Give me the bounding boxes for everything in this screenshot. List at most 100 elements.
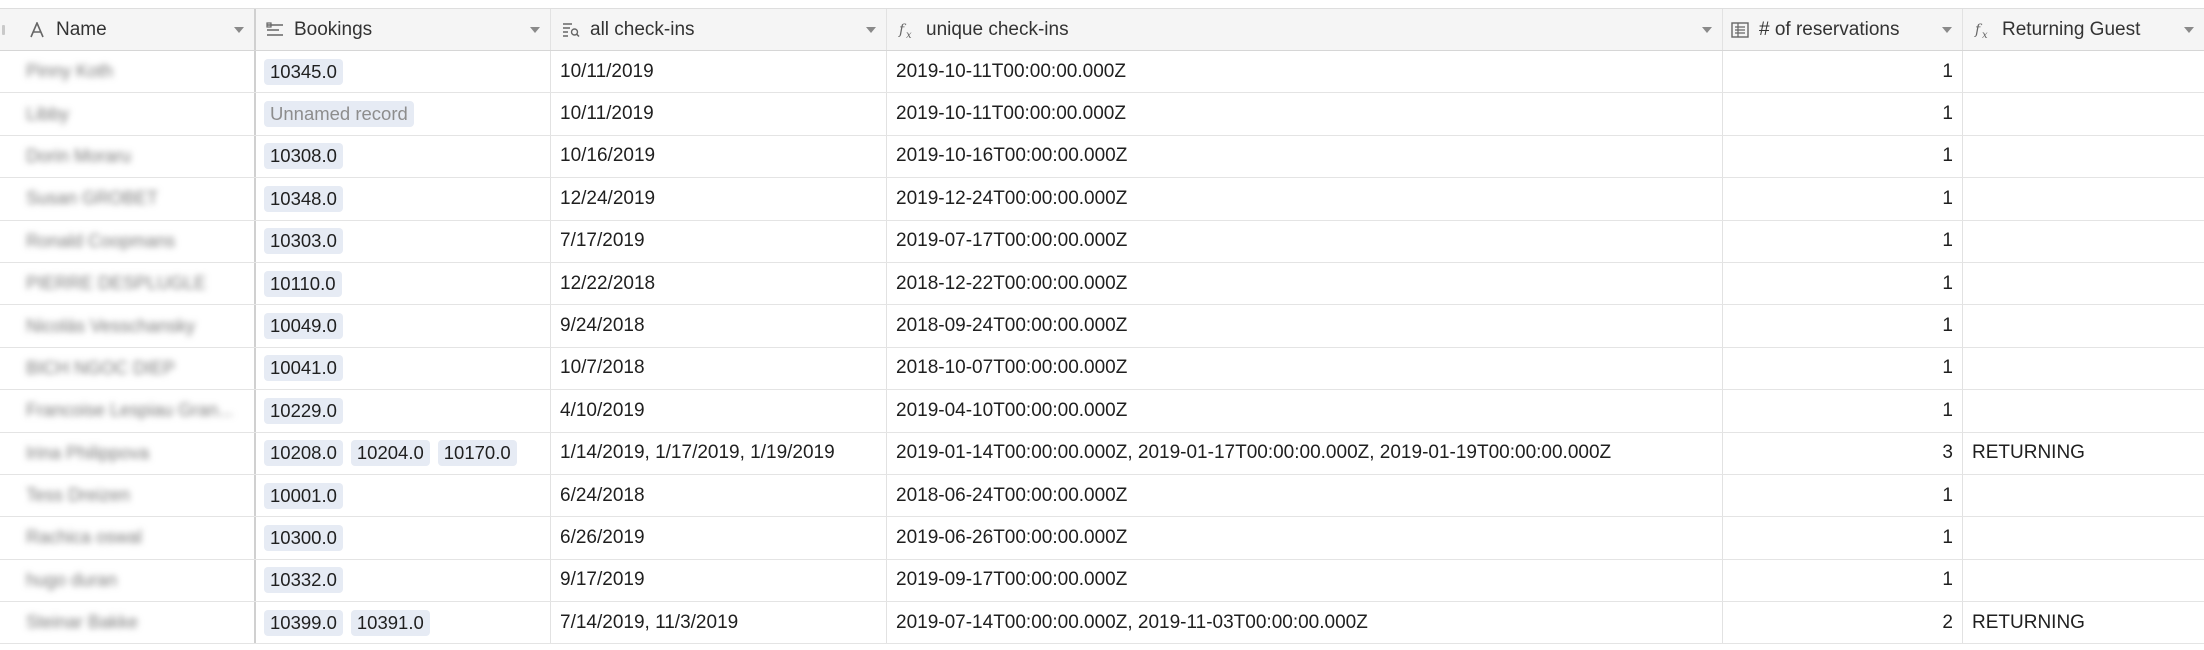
row-selector[interactable]: [0, 136, 14, 177]
column-header-name[interactable]: Name: [14, 9, 256, 50]
all-checkins-cell[interactable]: 10/11/2019: [551, 93, 887, 135]
booking-link-pill[interactable]: 10208.0: [264, 440, 343, 467]
bookings-cell[interactable]: 10041.0: [256, 347, 551, 390]
name-cell[interactable]: Nicolás Vesschansky: [14, 305, 256, 347]
all-checkins-cell[interactable]: 6/26/2019: [551, 517, 887, 559]
unique-checkins-cell[interactable]: 2018-06-24T00:00:00.000Z: [887, 474, 1723, 517]
returning-guest-cell[interactable]: [1963, 263, 2204, 304]
column-header-reservations[interactable]: # of reservations: [1723, 9, 1963, 50]
row-selector[interactable]: [0, 305, 14, 346]
name-cell[interactable]: Susan GROBET: [14, 178, 256, 220]
returning-guest-cell[interactable]: [1963, 136, 2204, 177]
name-cell[interactable]: PIERRE DESPLUGLE: [14, 262, 256, 305]
row-selector[interactable]: [0, 221, 14, 262]
row-selector[interactable]: [0, 51, 14, 92]
row-selector[interactable]: [0, 602, 14, 643]
booking-link-pill[interactable]: 10300.0: [264, 524, 343, 551]
all-checkins-cell[interactable]: 10/16/2019: [551, 135, 887, 178]
returning-guest-cell[interactable]: [1963, 221, 2204, 262]
row-selector[interactable]: [0, 433, 14, 474]
table-row[interactable]: Tess Dreizen 10001.0 6/24/2018 2018-06-2…: [0, 474, 2204, 518]
table-row[interactable]: Francoise Lespiau Gran... 10229.0 4/10/2…: [0, 390, 2204, 433]
reservations-cell[interactable]: 2: [1723, 602, 1963, 644]
reservations-cell[interactable]: 1: [1723, 178, 1963, 220]
unique-checkins-cell[interactable]: 2019-07-14T00:00:00.000Z, 2019-11-03T00:…: [887, 602, 1723, 644]
booking-link-pill[interactable]: 10345.0: [264, 58, 343, 85]
table-row[interactable]: Irina Philippova 10208.0 10204.0 10170.0 1…: [0, 432, 2204, 475]
chevron-down-icon[interactable]: [234, 26, 244, 33]
name-cell[interactable]: hugo duran: [14, 559, 256, 602]
column-header-all-checkins[interactable]: all check-ins: [551, 9, 887, 50]
unique-checkins-cell[interactable]: 2019-09-17T00:00:00.000Z: [887, 559, 1723, 602]
chevron-down-icon[interactable]: [1702, 26, 1712, 33]
booking-link-pill[interactable]: Unnamed record: [264, 101, 414, 128]
booking-link-pill[interactable]: 10303.0: [264, 228, 343, 255]
reservations-cell[interactable]: 1: [1723, 474, 1963, 517]
row-selector-header[interactable]: [0, 9, 14, 50]
all-checkins-cell[interactable]: 9/24/2018: [551, 305, 887, 347]
booking-link-pill[interactable]: 10001.0: [264, 482, 343, 509]
table-row[interactable]: PIERRE DESPLUGLE 10110.0 12/22/2018 2018…: [0, 262, 2204, 306]
name-cell[interactable]: Ronald Coopmans: [14, 220, 256, 262]
unique-checkins-cell[interactable]: 2019-10-11T00:00:00.000Z: [887, 51, 1723, 93]
table-row[interactable]: Susan GROBET 10348.0 12/24/2019 2019-12-…: [0, 178, 2204, 221]
row-selector[interactable]: [0, 560, 14, 601]
all-checkins-cell[interactable]: 4/10/2019: [551, 390, 887, 432]
column-header-unique-checkins[interactable]: fx unique check-ins: [887, 9, 1723, 50]
unique-checkins-cell[interactable]: 2019-10-16T00:00:00.000Z: [887, 135, 1723, 178]
unique-checkins-cell[interactable]: 2019-06-26T00:00:00.000Z: [887, 517, 1723, 559]
table-row[interactable]: Pinny Koth 10345.0 10/11/2019 2019-10-11…: [0, 51, 2204, 94]
table-row[interactable]: Nicolás Vesschansky 10049.0 9/24/2018 20…: [0, 305, 2204, 348]
chevron-down-icon[interactable]: [866, 26, 876, 33]
chevron-down-icon[interactable]: [530, 26, 540, 33]
returning-guest-cell[interactable]: [1963, 178, 2204, 219]
booking-link-pill[interactable]: 10332.0: [264, 567, 343, 594]
returning-guest-cell[interactable]: [1963, 93, 2204, 134]
bookings-cell[interactable]: Unnamed record: [256, 93, 551, 135]
unique-checkins-cell[interactable]: 2019-07-17T00:00:00.000Z: [887, 220, 1723, 262]
table-row[interactable]: BICH NGOC DIEP 10041.0 10/7/2018 2018-10…: [0, 347, 2204, 391]
row-selector[interactable]: [0, 348, 14, 389]
name-cell[interactable]: Steinar Bakke: [14, 602, 256, 644]
unique-checkins-cell[interactable]: 2019-10-11T00:00:00.000Z: [887, 93, 1723, 135]
unique-checkins-cell[interactable]: 2018-09-24T00:00:00.000Z: [887, 305, 1723, 347]
bookings-cell[interactable]: 10348.0: [256, 178, 551, 220]
name-cell[interactable]: Dorin Moraru: [14, 135, 256, 178]
reservations-cell[interactable]: 1: [1723, 51, 1963, 93]
reservations-cell[interactable]: 1: [1723, 559, 1963, 602]
row-selector[interactable]: [0, 517, 14, 558]
unique-checkins-cell[interactable]: 2019-04-10T00:00:00.000Z: [887, 390, 1723, 432]
name-cell[interactable]: Tess Dreizen: [14, 474, 256, 517]
column-header-bookings[interactable]: Bookings: [256, 9, 551, 50]
name-cell[interactable]: Pinny Koth: [14, 51, 256, 93]
returning-guest-cell[interactable]: [1963, 348, 2204, 389]
all-checkins-cell[interactable]: 9/17/2019: [551, 559, 887, 602]
reservations-cell[interactable]: 1: [1723, 517, 1963, 559]
bookings-cell[interactable]: 10229.0: [256, 390, 551, 432]
reservations-cell[interactable]: 1: [1723, 262, 1963, 305]
bookings-cell[interactable]: 10399.0 10391.0: [256, 602, 551, 644]
bookings-cell[interactable]: 10308.0: [256, 135, 551, 178]
name-cell[interactable]: BICH NGOC DIEP: [14, 347, 256, 390]
bookings-cell[interactable]: 10001.0: [256, 474, 551, 517]
returning-guest-cell[interactable]: [1963, 560, 2204, 601]
booking-link-pill[interactable]: 10041.0: [264, 355, 343, 382]
booking-link-pill[interactable]: 10049.0: [264, 313, 343, 340]
row-selector[interactable]: [0, 178, 14, 219]
booking-link-pill[interactable]: 10391.0: [350, 609, 430, 636]
returning-guest-cell[interactable]: RETURNING: [1963, 602, 2204, 643]
bookings-cell[interactable]: 10208.0 10204.0 10170.0: [256, 432, 551, 474]
column-header-returning-guest[interactable]: fx Returning Guest: [1963, 9, 2204, 50]
reservations-cell[interactable]: 1: [1723, 93, 1963, 135]
unique-checkins-cell[interactable]: 2019-01-14T00:00:00.000Z, 2019-01-17T00:…: [887, 432, 1723, 474]
returning-guest-cell[interactable]: [1963, 51, 2204, 92]
reservations-cell[interactable]: 1: [1723, 305, 1963, 347]
booking-link-pill[interactable]: 10110.0: [264, 270, 342, 297]
table-row[interactable]: hugo duran 10332.0 9/17/2019 2019-09-17T…: [0, 559, 2204, 603]
all-checkins-cell[interactable]: 10/11/2019: [551, 51, 887, 93]
booking-link-pill[interactable]: 10229.0: [264, 397, 343, 424]
all-checkins-cell[interactable]: 12/24/2019: [551, 178, 887, 220]
booking-link-pill[interactable]: 10399.0: [264, 609, 343, 636]
reservations-cell[interactable]: 3: [1723, 432, 1963, 474]
all-checkins-cell[interactable]: 7/14/2019, 11/3/2019: [551, 602, 887, 644]
